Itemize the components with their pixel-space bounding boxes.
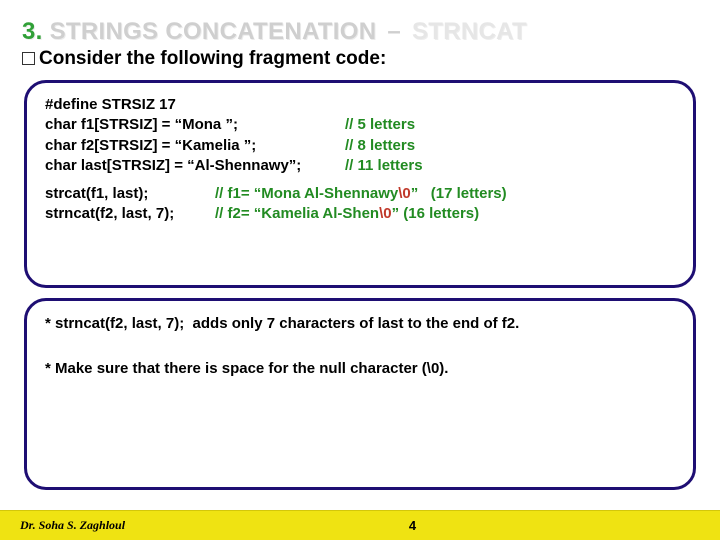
code-line: strncat(f2, last, 7); // f2= “Kamelia Al… bbox=[45, 204, 675, 224]
code-comment: // 8 letters bbox=[345, 136, 415, 156]
code-line: char f2[STRSIZ] = “Kamelia ”; // 8 lette… bbox=[45, 136, 675, 156]
title-number: 3. bbox=[22, 18, 43, 45]
lead-text: Consider the following fragment code: bbox=[39, 48, 386, 69]
code-comment: // f2= “Kamelia Al-Shen\0” (16 letters) bbox=[215, 204, 479, 224]
code-text: #define STRSIZ 17 bbox=[45, 95, 345, 115]
code-line: #define STRSIZ 17 bbox=[45, 95, 675, 115]
footer-bar: Dr. Soha S. Zaghloul 4 bbox=[0, 510, 720, 540]
title-sub: STRNCAT bbox=[412, 18, 527, 45]
comment-post: ” (16 letters) bbox=[392, 205, 480, 222]
lead-line: Consider the following fragment code: bbox=[22, 48, 698, 70]
title-dash: – bbox=[383, 18, 405, 45]
code-line: char last[STRSIZ] = “Al-Shennawy”; // 11… bbox=[45, 156, 675, 176]
comment-pre: // f2= “Kamelia Al-Shen bbox=[215, 205, 379, 222]
slide-title: 3. STRINGS CONCATENATION – STRNCAT bbox=[22, 18, 698, 46]
code-text: strncat(f2, last, 7); bbox=[45, 204, 215, 224]
code-comment: // 11 letters bbox=[345, 156, 423, 176]
code-line: char f1[STRSIZ] = “Mona ”; // 5 letters bbox=[45, 115, 675, 135]
code-comment: // f1= “Mona Al-Shennawy\0” (17 letters) bbox=[215, 184, 507, 204]
page-number: 4 bbox=[409, 518, 416, 533]
code-text: char last[STRSIZ] = “Al-Shennawy”; bbox=[45, 156, 345, 176]
comment-pre: // f1= “Mona Al-Shennawy bbox=[215, 185, 398, 202]
null-char: \0 bbox=[398, 185, 411, 202]
checkbox-icon bbox=[22, 52, 35, 65]
null-char: \0 bbox=[379, 205, 392, 222]
code-comment: // 5 letters bbox=[345, 115, 415, 135]
code-text: char f2[STRSIZ] = “Kamelia ”; bbox=[45, 136, 345, 156]
note-line: * Make sure that there is space for the … bbox=[45, 358, 675, 381]
code-box: #define STRSIZ 17 char f1[STRSIZ] = “Mon… bbox=[24, 80, 696, 288]
slide: 3. STRINGS CONCATENATION – STRNCAT Consi… bbox=[0, 0, 720, 540]
code-line: strcat(f1, last); // f1= “Mona Al-Shenna… bbox=[45, 184, 675, 204]
note-line: * strncat(f2, last, 7); adds only 7 char… bbox=[45, 313, 675, 336]
code-text: char f1[STRSIZ] = “Mona ”; bbox=[45, 115, 345, 135]
author-label: Dr. Soha S. Zaghloul bbox=[20, 518, 125, 533]
title-main: STRINGS CONCATENATION bbox=[50, 18, 377, 45]
notes-box: * strncat(f2, last, 7); adds only 7 char… bbox=[24, 298, 696, 490]
comment-post: ” (17 letters) bbox=[411, 185, 507, 202]
code-text: strcat(f1, last); bbox=[45, 184, 215, 204]
